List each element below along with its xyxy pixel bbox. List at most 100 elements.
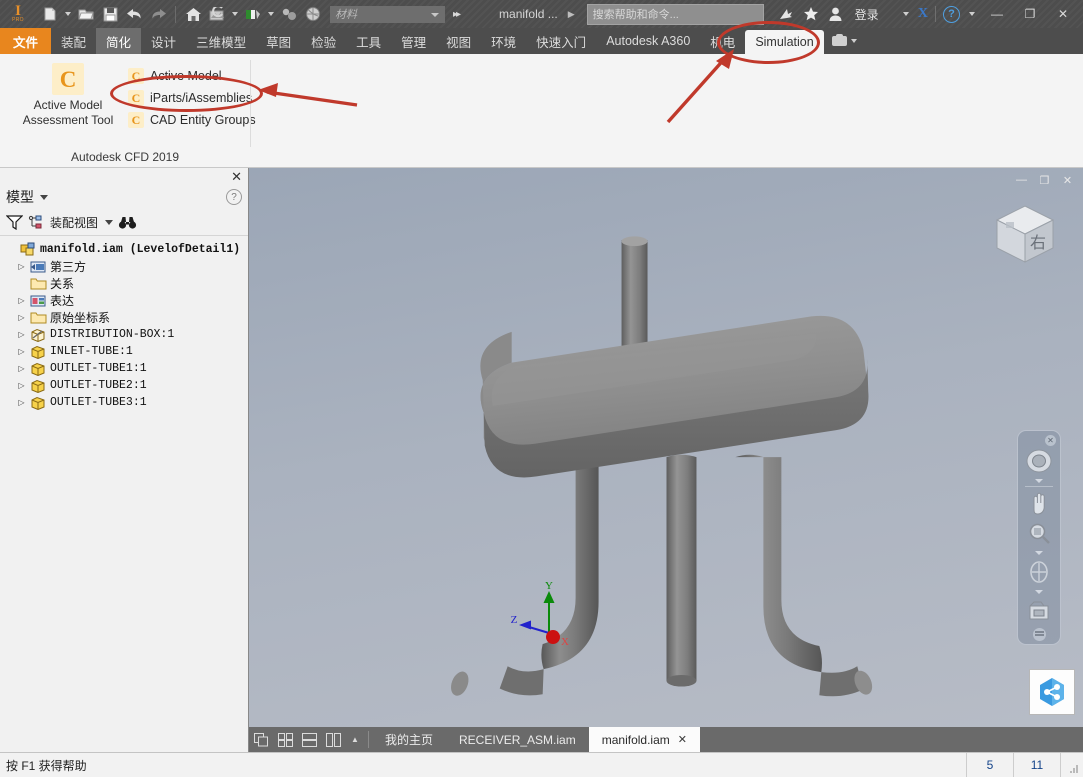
tile-grid-icon[interactable] — [273, 727, 297, 752]
viewport-restore-button[interactable]: ❐ — [1034, 171, 1055, 189]
ribbon-tab-getstarted[interactable]: 快速入门 — [526, 28, 596, 54]
appearance-icon[interactable] — [278, 3, 300, 25]
window-minimize-button[interactable]: — — [984, 3, 1010, 25]
appearance-sphere-icon[interactable] — [302, 3, 324, 25]
new-file-dropdown-icon[interactable] — [63, 3, 73, 25]
viewport-minimize-button[interactable]: — — [1011, 171, 1032, 189]
binoculars-icon[interactable] — [118, 215, 137, 230]
manifold-model-render[interactable] — [249, 168, 1083, 727]
share-button[interactable] — [1029, 669, 1075, 715]
ribbon-tab-file[interactable]: 文件 — [0, 28, 52, 54]
tree-expander[interactable]: ▷ — [16, 262, 27, 271]
doc-tab-close-icon[interactable]: ✕ — [678, 733, 687, 746]
3d-viewport[interactable]: — ❐ ✕ 右 ✕ Y Z X — [249, 168, 1083, 727]
title-chevron-icon[interactable]: ▶ — [568, 9, 575, 20]
ribbon-tab-environment[interactable]: 环境 — [481, 28, 526, 54]
account-icon[interactable] — [828, 6, 843, 22]
orbit-dropdown-icon[interactable] — [1022, 587, 1056, 596]
browser-help-icon[interactable]: ? — [226, 189, 242, 205]
open-file-icon[interactable] — [75, 3, 97, 25]
tree-expander[interactable]: ▷ — [16, 364, 27, 373]
ribbon-tab-a360[interactable]: Autodesk A360 — [596, 28, 700, 54]
new-file-icon[interactable] — [39, 3, 61, 25]
tree-row-outlet-tube1[interactable]: ▷ OUTLET-TUBE1:1 — [4, 360, 248, 377]
ribbon-tab-design[interactable]: 设计 — [141, 28, 186, 54]
ribbon-tab-assemble[interactable]: 装配 — [51, 28, 96, 54]
assembly-view-label[interactable]: 装配视图 — [50, 214, 98, 231]
tree-row-distribution-box[interactable]: ▷ DISTRIBUTION-BOX:1 — [4, 326, 248, 343]
tab-overflow-icon[interactable]: ▲ — [345, 727, 365, 752]
ribbon-tab-simplify[interactable]: 简化 — [96, 28, 142, 54]
look-at-camera-icon[interactable] — [1022, 596, 1056, 626]
viewport-close-button[interactable]: ✕ — [1057, 171, 1078, 189]
tree-expander[interactable]: ▷ — [16, 330, 27, 339]
assembly-view-dropdown-icon[interactable] — [105, 219, 114, 225]
favorites-star-icon[interactable] — [803, 6, 819, 22]
window-restore-button[interactable]: ❐ — [1017, 3, 1043, 25]
qat-expand-icon[interactable]: ▸▸ — [453, 9, 461, 20]
browser-close-icon[interactable]: ✕ — [231, 170, 242, 183]
material-swatch-icon[interactable] — [242, 3, 264, 25]
redo-icon[interactable] — [147, 3, 169, 25]
resize-grip-icon[interactable] — [1060, 753, 1083, 777]
active-model-button[interactable]: C Active Model — [124, 66, 263, 86]
filter-icon[interactable] — [6, 214, 23, 230]
cad-entity-groups-button[interactable]: C CAD Entity Groups — [124, 110, 263, 130]
help-icon[interactable]: ? — [943, 5, 960, 23]
ribbon-view-mode-dropdown[interactable] — [824, 28, 865, 54]
tree-expander[interactable]: ▷ — [16, 381, 27, 390]
navbar-options-icon[interactable] — [1032, 628, 1046, 641]
account-dropdown-icon[interactable] — [901, 3, 911, 25]
ribbon-tab-inspect[interactable]: 检验 — [301, 28, 346, 54]
ribbon-tab-simulation[interactable]: Simulation — [745, 30, 824, 54]
return-dropdown-icon[interactable] — [230, 3, 240, 25]
tree-expander[interactable]: ▷ — [16, 398, 27, 407]
tree-row-outlet-tube2[interactable]: ▷ OUTLET-TUBE2:1 — [4, 377, 248, 394]
tile-horizontal-icon[interactable] — [297, 727, 321, 752]
zoom-magnifier-icon[interactable] — [1022, 518, 1056, 548]
tree-row-third-party[interactable]: ▷ 第三方 — [4, 258, 248, 275]
steering-wheel-dropdown-icon[interactable] — [1022, 476, 1056, 485]
home-icon[interactable] — [182, 3, 204, 25]
tree-expander[interactable]: ▷ — [16, 313, 27, 322]
tree-row-inlet-tube[interactable]: ▷ INLET-TUBE:1 — [4, 343, 248, 360]
ribbon-tab-sketch[interactable]: 草图 — [256, 28, 301, 54]
browser-title[interactable]: 模型 — [6, 187, 48, 207]
view-cube[interactable]: 右 — [985, 196, 1065, 276]
doc-tab-home[interactable]: 我的主页 — [372, 727, 446, 752]
tile-vertical-icon[interactable] — [321, 727, 345, 752]
iparts-iassemblies-button[interactable]: C iParts/iAssemblies — [124, 88, 263, 108]
save-icon[interactable] — [99, 3, 121, 25]
ribbon-tab-view[interactable]: 视图 — [436, 28, 481, 54]
ribbon-tab-tools[interactable]: 工具 — [346, 28, 391, 54]
ribbon-tab-electromechanical[interactable]: 机电 — [700, 28, 745, 54]
pan-hand-icon[interactable] — [1022, 488, 1056, 518]
tree-row-origin[interactable]: ▷ 原始坐标系 — [4, 309, 248, 326]
zoom-dropdown-icon[interactable] — [1022, 548, 1056, 557]
navbar-close-icon[interactable]: ✕ — [1045, 435, 1056, 446]
tree-expander[interactable]: ▷ — [16, 296, 27, 305]
ribbon-tab-3dmodel[interactable]: 三维模型 — [186, 28, 256, 54]
tree-row-representations[interactable]: ▷ 表达 — [4, 292, 248, 309]
orbit-icon[interactable] — [1022, 557, 1056, 587]
window-close-button[interactable]: ✕ — [1050, 3, 1076, 25]
material-selector[interactable]: 材料 — [330, 5, 445, 23]
search-input[interactable]: 搜索帮助和命令... — [586, 3, 764, 25]
help-dropdown-icon[interactable] — [967, 3, 977, 25]
undo-icon[interactable] — [123, 3, 145, 25]
tree-row-relations[interactable]: 关系 — [4, 275, 248, 292]
ribbon-tab-manage[interactable]: 管理 — [391, 28, 436, 54]
assembly-view-icon[interactable] — [28, 215, 45, 230]
doc-tab-receiver-asm[interactable]: RECEIVER_ASM.iam — [446, 727, 589, 752]
tree-row-manifold-root[interactable]: manifold.iam (LevelofDetail1) — [4, 241, 248, 258]
cascade-windows-icon[interactable] — [249, 727, 273, 752]
return-update-icon[interactable] — [206, 3, 228, 25]
sign-in-label[interactable]: 登录 — [855, 6, 879, 23]
doc-tab-manifold[interactable]: manifold.iam ✕ — [588, 727, 700, 752]
tree-row-outlet-tube3[interactable]: ▷ OUTLET-TUBE3:1 — [4, 394, 248, 411]
exchange-brand-icon[interactable]: X — [918, 6, 928, 22]
share-view-icon[interactable] — [778, 6, 794, 22]
material-dropdown-icon[interactable] — [266, 3, 276, 25]
steering-wheel-icon[interactable] — [1022, 446, 1056, 476]
tree-expander[interactable]: ▷ — [16, 347, 27, 356]
